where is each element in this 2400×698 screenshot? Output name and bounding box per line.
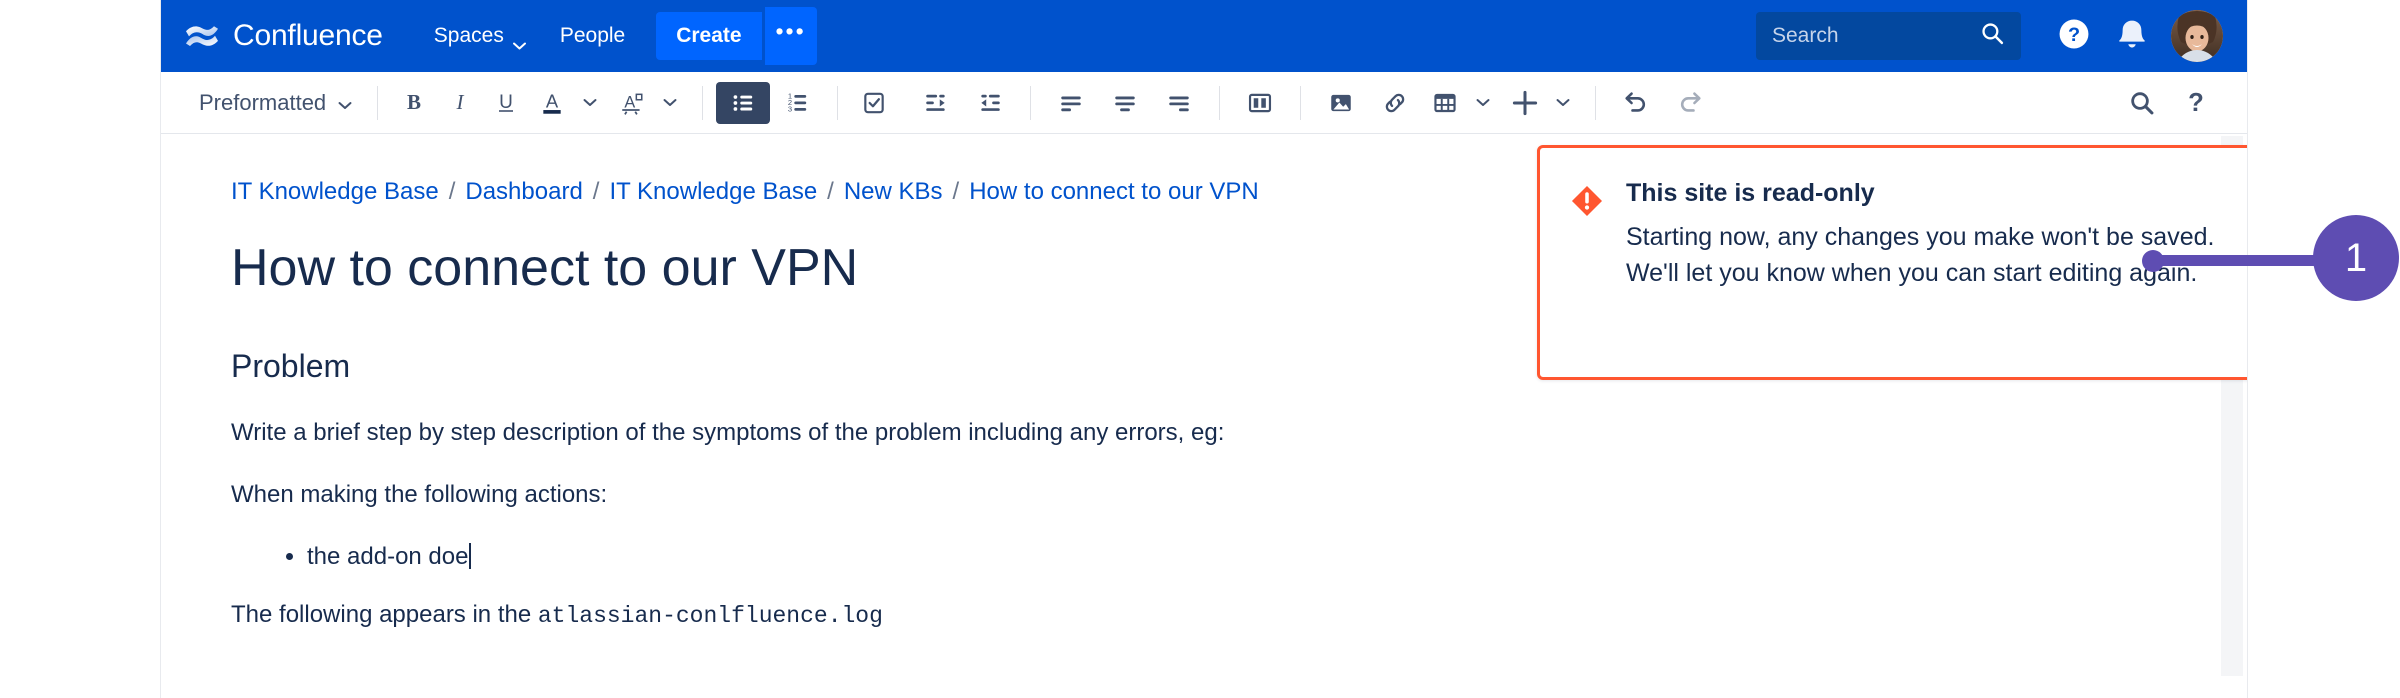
- paragraph-actions: When making the following actions:: [231, 481, 608, 509]
- align-left-button[interactable]: [1044, 82, 1098, 124]
- toolbar-divider: [1595, 85, 1597, 120]
- flag-body: This site is read-only Starting now, any…: [1626, 178, 2247, 377]
- help-circle-icon: ?: [2057, 17, 2091, 56]
- toolbar-divider: [377, 85, 379, 120]
- breadcrumb-separator: /: [827, 178, 834, 205]
- log-filename-code: atlassian-conlfluence.log: [537, 603, 883, 630]
- global-navigation-bar: Confluence Spaces People Create ••• Sear…: [161, 0, 2247, 72]
- text-highlight-button[interactable]: A: [609, 82, 655, 124]
- toolbar-divider: [1219, 85, 1221, 120]
- text-caret-cursor: [469, 543, 472, 570]
- brand-title: Confluence: [233, 19, 383, 52]
- notifications-button[interactable]: [2103, 7, 2161, 65]
- chevron-down-icon: [338, 90, 352, 116]
- search-icon: [1980, 21, 2005, 51]
- breadcrumb-separator: /: [448, 178, 456, 205]
- numbered-list-button[interactable]: 1 2 3: [770, 82, 824, 124]
- paragraph-log: The following appears in the atlassian-c…: [231, 600, 2247, 631]
- editor-help-button[interactable]: ?: [2169, 82, 2223, 124]
- insert-table-dropdown-caret[interactable]: [1468, 82, 1498, 124]
- svg-text:U: U: [499, 92, 513, 113]
- nav-left-group: Confluence Spaces People Create •••: [161, 0, 817, 72]
- create-button[interactable]: Create: [656, 12, 762, 60]
- breadcrumb-separator: /: [592, 178, 600, 205]
- bell-icon: [2115, 17, 2149, 56]
- flag-description: Starting now, any changes you make won't…: [1626, 223, 2215, 287]
- toolbar-divider: [702, 85, 704, 120]
- error-diamond-icon: [1570, 178, 1604, 377]
- breadcrumb-separator: /: [952, 178, 960, 205]
- insert-more-dropdown-caret[interactable]: [1548, 82, 1578, 124]
- paragraph-style-label: Preformatted: [199, 89, 327, 115]
- avatar[interactable]: [2171, 10, 2223, 62]
- nav-item-people-label: People: [559, 24, 626, 47]
- redo-button[interactable]: [1663, 82, 1717, 124]
- paragraph-log-prefix: The following appears in the: [231, 601, 538, 629]
- confluence-brand-home-link[interactable]: Confluence: [185, 21, 383, 51]
- confluence-app-window: Confluence Spaces People Create ••• Sear…: [160, 0, 2248, 698]
- annotation-anchor-dot: [2142, 250, 2164, 272]
- nav-right-group: Search ?: [1756, 0, 2247, 72]
- svg-text:A: A: [546, 90, 559, 111]
- editor-toolbar: Preformatted B I U A A 1 2 3 ?: [161, 72, 2247, 134]
- breadcrumb-item-0[interactable]: IT Knowledge Base: [231, 178, 439, 205]
- undo-button[interactable]: [1609, 82, 1663, 124]
- page-layout-button[interactable]: [1233, 82, 1287, 124]
- confluence-logo-icon: [185, 21, 219, 51]
- search-input[interactable]: Search: [1756, 12, 2021, 60]
- search-placeholder: Search: [1772, 24, 1839, 47]
- insert-more-button[interactable]: [1502, 82, 1548, 124]
- align-right-button[interactable]: [1152, 82, 1206, 124]
- list-item: the add-on doe: [307, 542, 2247, 572]
- annotation-leader-line: [2156, 255, 2332, 266]
- text-color-dropdown-caret[interactable]: [575, 82, 605, 124]
- svg-text:B: B: [407, 91, 421, 114]
- text-highlight-dropdown-caret[interactable]: [655, 82, 685, 124]
- task-list-button[interactable]: [851, 82, 897, 124]
- underline-button[interactable]: U: [483, 82, 529, 124]
- outdent-button[interactable]: [909, 82, 963, 124]
- svg-text:3: 3: [788, 104, 792, 113]
- svg-text:?: ?: [2068, 24, 2080, 46]
- text-color-button[interactable]: A: [529, 82, 575, 124]
- bullet-list-button[interactable]: [716, 81, 771, 124]
- svg-text:?: ?: [2188, 89, 2204, 117]
- toolbar-divider: [1030, 85, 1032, 120]
- annotation-badge-1: 1: [2313, 215, 2399, 301]
- list-item-text: the add-on doe: [307, 543, 469, 571]
- flag-title: This site is read-only: [1626, 179, 1875, 207]
- bullet-list: the add-on doe: [231, 542, 2247, 572]
- paragraph-symptoms: Write a brief step by step description o…: [231, 419, 1225, 447]
- svg-text:I: I: [456, 91, 465, 114]
- toolbar-divider: [837, 85, 839, 120]
- breadcrumb-item-4[interactable]: How to connect to our VPN: [969, 178, 1258, 205]
- svg-text:A: A: [625, 93, 636, 111]
- find-replace-button[interactable]: [2115, 82, 2169, 124]
- breadcrumb-item-2[interactable]: IT Knowledge Base: [609, 178, 817, 205]
- insert-link-button[interactable]: [1368, 82, 1422, 124]
- chevron-down-icon: [512, 32, 526, 50]
- insert-image-button[interactable]: [1314, 82, 1368, 124]
- align-center-button[interactable]: [1098, 82, 1152, 124]
- paragraph-style-dropdown[interactable]: Preformatted: [187, 84, 364, 122]
- insert-table-button[interactable]: [1422, 82, 1468, 124]
- indent-button[interactable]: [963, 82, 1017, 124]
- create-more-options-button[interactable]: •••: [764, 7, 817, 65]
- toolbar-divider: [1300, 85, 1302, 120]
- bold-button[interactable]: B: [391, 82, 437, 124]
- help-button[interactable]: ?: [2045, 7, 2103, 65]
- breadcrumb-item-3[interactable]: New KBs: [844, 178, 943, 205]
- nav-item-spaces[interactable]: Spaces: [417, 12, 543, 60]
- breadcrumb-item-1[interactable]: Dashboard: [465, 178, 582, 205]
- nav-item-people[interactable]: People: [543, 12, 642, 60]
- nav-item-spaces-label: Spaces: [433, 24, 504, 47]
- italic-button[interactable]: I: [437, 82, 483, 124]
